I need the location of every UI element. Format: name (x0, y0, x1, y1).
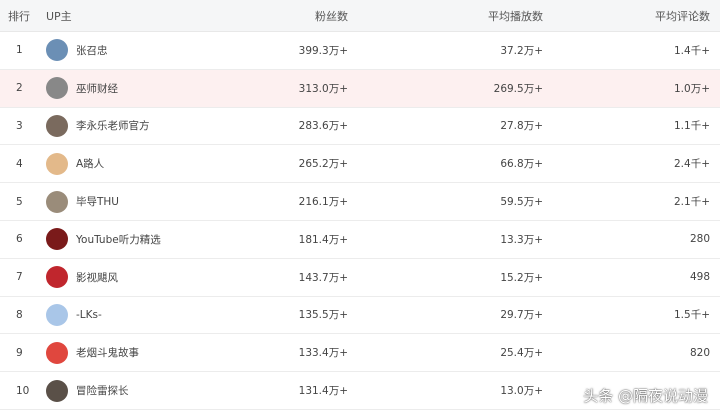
up-cell[interactable]: 李永乐老师官方 (46, 114, 228, 137)
plays-cell: 13.0万+ (500, 385, 543, 398)
fans-cell: 399.3万+ (298, 44, 348, 57)
plays-cell: 269.5万+ (493, 82, 543, 95)
rank-cell: 6 (16, 233, 23, 246)
table-row[interactable]: 3 李永乐老师官方 283.6万+ 27.8万+ 1.1千+ (0, 108, 720, 146)
rank-cell: 8 (16, 308, 23, 321)
up-name[interactable]: YouTube听力精选 (76, 232, 161, 247)
up-cell[interactable]: 巫师财经 (46, 77, 228, 100)
avatar[interactable] (46, 341, 68, 364)
up-name[interactable]: -LKs- (76, 309, 102, 321)
plays-cell: 15.2万+ (500, 271, 543, 284)
plays-cell: 66.8万+ (500, 158, 543, 171)
avatar[interactable] (46, 190, 68, 213)
up-name[interactable]: 李永乐老师官方 (76, 118, 150, 133)
rank-cell: 7 (16, 271, 23, 284)
fans-cell: 143.7万+ (298, 271, 348, 284)
up-cell[interactable]: YouTube听力精选 (46, 228, 228, 251)
table-row[interactable]: 5 毕导THU 216.1万+ 59.5万+ 2.1千+ (0, 183, 720, 221)
plays-cell: 59.5万+ (500, 196, 543, 209)
header-up[interactable]: UP主 (46, 8, 228, 24)
table-body: 1 张召忠 399.3万+ 37.2万+ 1.4千+ 2 巫师财经 313.0万+ 269.5万… (0, 32, 720, 410)
comments-cell: 498 (689, 271, 710, 284)
table-header: 排行 UP主 粉丝数 平均播放数 平均评论数 (0, 0, 720, 32)
up-cell[interactable]: 影视飓风 (46, 266, 228, 289)
header-fans[interactable]: 粉丝数 (228, 8, 348, 24)
ranking-table: 排行 UP主 粉丝数 平均播放数 平均评论数 1 张召忠 399.3万+ 37.2万+… (0, 0, 720, 410)
fans-cell: 313.0万+ (298, 82, 348, 95)
plays-cell: 25.4万+ (500, 347, 543, 360)
comments-cell: 820 (689, 346, 710, 359)
plays-cell: 27.8万+ (500, 120, 543, 133)
up-name[interactable]: A路人 (76, 156, 104, 171)
header-comments[interactable]: 平均评论数 (543, 8, 710, 24)
watermark: 头条 @隔夜说动漫 (583, 387, 708, 405)
up-cell[interactable]: -LKs- (46, 303, 228, 326)
header-plays[interactable]: 平均播放数 (348, 8, 543, 24)
fans-cell: 135.5万+ (298, 309, 348, 322)
avatar[interactable] (46, 152, 68, 175)
rank-cell: 1 (16, 44, 23, 57)
up-name[interactable]: 巫师财经 (76, 81, 118, 96)
rank-cell: 2 (16, 82, 23, 95)
table-row[interactable]: 1 张召忠 399.3万+ 37.2万+ 1.4千+ (0, 32, 720, 70)
up-cell[interactable]: 毕导THU (46, 190, 228, 213)
table-row[interactable]: 4 A路人 265.2万+ 66.8万+ 2.4千+ (0, 145, 720, 184)
fans-cell: 133.4万+ (298, 347, 348, 360)
fans-cell: 283.6万+ (298, 120, 348, 133)
plays-cell: 13.3万+ (500, 233, 543, 246)
fans-cell: 216.1万+ (298, 196, 348, 209)
table-row[interactable]: 2 巫师财经 313.0万+ 269.5万+ 1.0万+ (0, 69, 720, 108)
rank-cell: 4 (16, 157, 23, 170)
rank-cell: 10 (16, 384, 30, 397)
avatar[interactable] (46, 114, 68, 137)
avatar[interactable] (46, 228, 68, 251)
table-row[interactable]: 8 -LKs- 135.5万+ 29.7万+ 1.5千+ (0, 297, 720, 335)
fans-cell: 131.4万+ (298, 385, 348, 398)
up-name[interactable]: 冒险雷探长 (76, 383, 129, 398)
comments-cell: 1.5千+ (674, 309, 710, 322)
comments-cell: 2.4千+ (674, 158, 710, 171)
avatar[interactable] (46, 266, 68, 289)
avatar[interactable] (46, 77, 68, 100)
table-row[interactable]: 6 YouTube听力精选 181.4万+ 13.3万+ 280 (0, 221, 720, 259)
avatar[interactable] (46, 379, 68, 402)
table-row[interactable]: 7 影视飓风 143.7万+ 15.2万+ 498 (0, 259, 720, 297)
up-name[interactable]: 影视飓风 (76, 270, 118, 285)
up-cell[interactable]: A路人 (46, 152, 228, 175)
up-name[interactable]: 毕导THU (76, 194, 119, 209)
comments-cell: 1.4千+ (674, 44, 710, 57)
plays-cell: 29.7万+ (500, 309, 543, 322)
rank-cell: 5 (16, 195, 23, 208)
avatar[interactable] (46, 39, 68, 62)
up-cell[interactable]: 张召忠 (46, 39, 228, 62)
fans-cell: 265.2万+ (298, 158, 348, 171)
up-name[interactable]: 老烟斗鬼故事 (76, 345, 139, 360)
comments-cell: 1.0万+ (674, 82, 710, 95)
avatar[interactable] (46, 303, 68, 326)
comments-cell: 1.1千+ (674, 120, 710, 133)
comments-cell: 2.1千+ (674, 196, 710, 209)
up-cell[interactable]: 老烟斗鬼故事 (46, 341, 228, 364)
comments-cell: 280 (689, 233, 710, 246)
up-name[interactable]: 张召忠 (76, 43, 108, 58)
rank-cell: 9 (16, 346, 23, 359)
fans-cell: 181.4万+ (298, 233, 348, 246)
plays-cell: 37.2万+ (500, 44, 543, 57)
header-rank[interactable]: 排行 (0, 8, 46, 24)
up-cell[interactable]: 冒险雷探长 (46, 379, 228, 402)
table-row[interactable]: 9 老烟斗鬼故事 133.4万+ 25.4万+ 820 (0, 334, 720, 373)
rank-cell: 3 (16, 119, 23, 132)
